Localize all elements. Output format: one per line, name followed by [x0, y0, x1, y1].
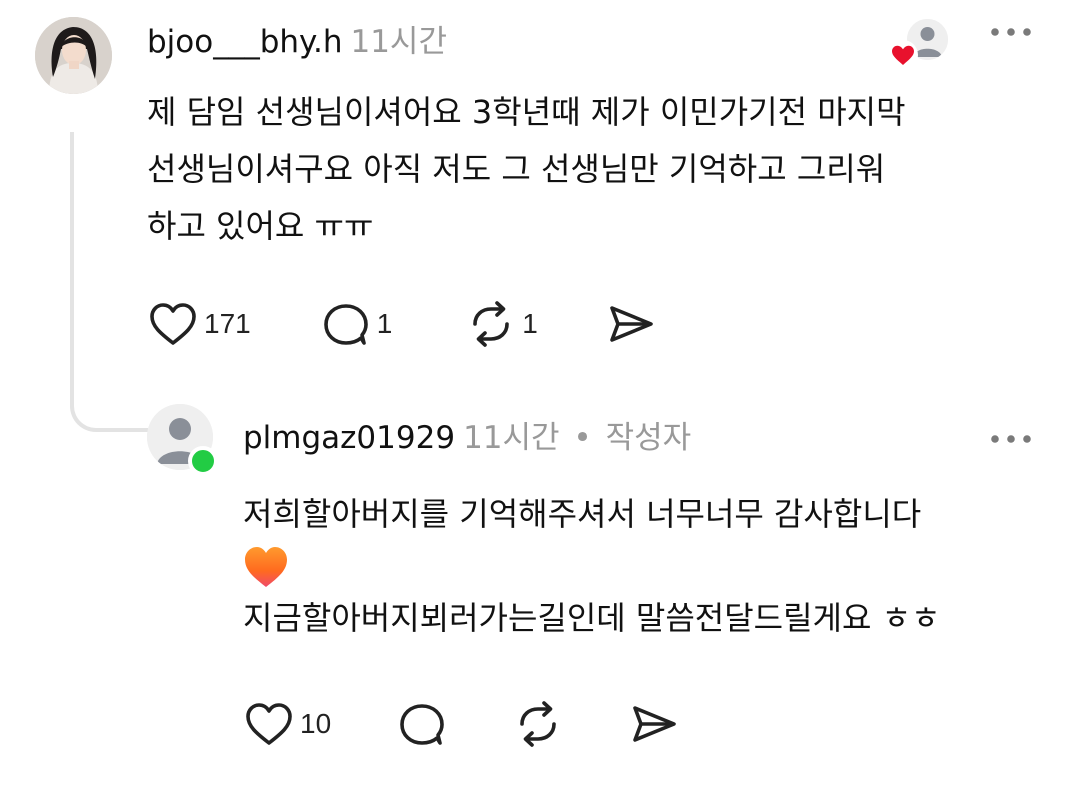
reply-actions: 10 [244, 700, 679, 748]
repost-button[interactable] [513, 700, 563, 748]
send-icon [633, 706, 676, 742]
send-icon [610, 306, 653, 342]
reply-button[interactable] [397, 700, 447, 748]
comment-actions: 171 1 1 [148, 300, 656, 348]
heart-outline-icon [246, 703, 292, 745]
orange-heart-emoji-icon [245, 547, 287, 587]
like-count: 171 [204, 308, 251, 339]
profile-photo [35, 17, 112, 94]
share-button[interactable] [629, 700, 679, 748]
repost-button[interactable]: 1 [466, 300, 538, 348]
heart-outline-icon [150, 303, 196, 345]
avatar[interactable] [35, 17, 112, 94]
reply-text-line: 지금할아버지뵈러가는길인데 말씀전달드릴게요 ㅎㅎ [243, 599, 941, 637]
repost-arrows-icon [473, 301, 510, 347]
reply-header: plmgaz01929 11시간 • 작성자 [243, 418, 691, 458]
liked-heart-badge [888, 40, 918, 70]
speech-bubble-icon [323, 304, 368, 345]
like-count: 10 [300, 708, 332, 739]
repost-count: 1 [522, 308, 538, 339]
comment-time: 11시간 [350, 24, 447, 60]
share-button[interactable] [606, 300, 656, 348]
more-dots-icon [991, 435, 1031, 443]
online-status-dot [188, 446, 218, 476]
comment-text-line: 하고 있어요 ㅠㅠ [147, 207, 374, 245]
like-button[interactable]: 171 [148, 300, 251, 348]
thread-connector [70, 132, 148, 432]
speech-bubble-icon [400, 704, 444, 745]
reply-more-button[interactable] [990, 431, 1032, 450]
more-button[interactable] [990, 24, 1032, 43]
reply-count: 1 [376, 308, 393, 339]
author-tag: 작성자 [605, 420, 692, 456]
reply-text: 저희할아버지를 기억해주셔서 너무너무 감사합니다 지금할아버지뵈러가는길인데 … [243, 487, 1063, 645]
reply-text-line: 저희할아버지를 기억해주셔서 너무너무 감사합니다 [243, 495, 922, 533]
like-button[interactable]: 10 [244, 700, 331, 748]
reply-button[interactable]: 1 [321, 300, 393, 348]
comment-username[interactable]: bjoo___bhy.h [147, 24, 342, 60]
comment-text-line: 제 담임 선생님이셔어요 3학년때 제가 이민가기전 마지막 [147, 93, 906, 131]
comment-text-line: 선생님이셔구요 아직 저도 그 선생님만 기억하고 그리워 [147, 150, 886, 188]
reply-time: 11시간 [463, 420, 560, 456]
comment-text: 제 담임 선생님이셔어요 3학년때 제가 이민가기전 마지막 선생님이셔구요 아… [147, 84, 1047, 255]
comment-header: bjoo___bhy.h 11시간 [147, 22, 447, 62]
repost-arrows-icon [520, 701, 556, 747]
reply-separator: • [573, 420, 592, 456]
more-dots-icon [991, 28, 1031, 36]
reply-username[interactable]: plmgaz01929 [243, 420, 455, 456]
heart-badge-icon [888, 40, 918, 70]
